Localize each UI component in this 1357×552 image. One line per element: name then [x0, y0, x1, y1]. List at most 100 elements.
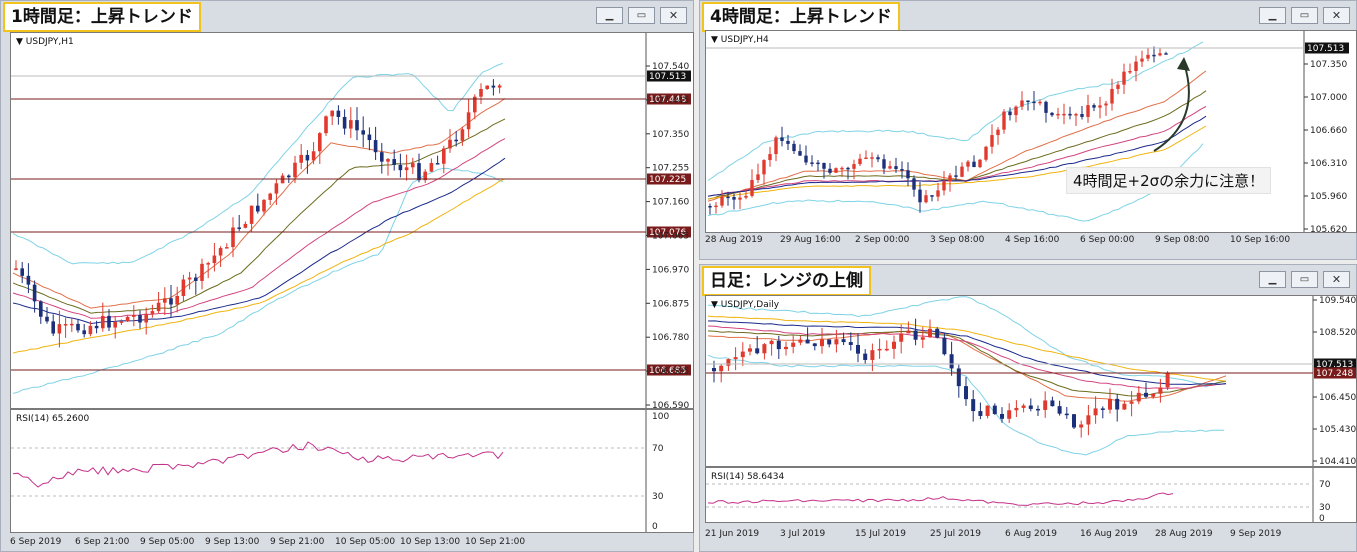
d1-candle-body: [884, 348, 889, 351]
d1-chart-window[interactable]: 日足：レンジの上側 ▁ ▭ ✕ 107.513 107.248 109.540 108…: [699, 264, 1357, 552]
h4-window-title: 4時間足：上昇トレンド: [702, 2, 900, 32]
d1-rsi-panel[interactable]: 70 30 0 RSI(14) 58.6434: [705, 467, 1357, 523]
h1-time-label: 10 Sep 13:00: [400, 537, 461, 547]
d1-candle-body: [1043, 400, 1048, 410]
d1-time-label: 16 Aug 2019: [1080, 529, 1138, 539]
h4-candle-body: [828, 168, 832, 173]
h1-candle-body: [404, 167, 409, 171]
minimize-button[interactable]: ▁: [596, 7, 623, 24]
h4-time-axis: 28 Aug 2019 29 Aug 16:00 2 Sep 00:00 3 Sep …: [705, 235, 1305, 249]
d1-candle-body: [992, 405, 997, 414]
close-button[interactable]: ✕: [1323, 271, 1350, 288]
minimize-button[interactable]: ▁: [1259, 7, 1286, 24]
h1-candle-body: [311, 151, 316, 161]
h1-candle-body: [287, 175, 291, 178]
h4-candle-body: [984, 146, 988, 160]
d1-candle-body: [791, 342, 796, 347]
d1-candle-body: [892, 341, 896, 349]
h1-candle-body: [26, 275, 31, 285]
h1-candle-body: [429, 163, 434, 172]
h4-candle-body: [1080, 114, 1084, 117]
h4-candle-body: [1134, 61, 1138, 72]
d1-price-panel[interactable]: 107.513 107.248 109.540 108.520 106.450 105.4…: [705, 295, 1357, 467]
h4-candle-body: [870, 157, 874, 159]
d1-candle-body: [1036, 408, 1040, 411]
h1-level-price-tag: 107.225: [649, 175, 686, 185]
close-icon: ✕: [1331, 9, 1342, 22]
close-button[interactable]: ✕: [660, 7, 687, 24]
h1-candle-body: [156, 302, 161, 312]
h1-price-label: 106.590: [652, 401, 689, 409]
h4-candle-body: [1050, 112, 1054, 116]
h4-candle-body: [1146, 54, 1150, 59]
d1-candle-body: [1064, 413, 1069, 416]
d1-candle-body: [755, 348, 760, 354]
h1-candle-body: [113, 321, 117, 328]
h1-candle-body: [39, 301, 43, 317]
d1-candle-body: [1028, 405, 1033, 409]
h1-candle-body: [14, 268, 18, 270]
d1-time-label: 3 Jul 2019: [780, 529, 826, 539]
maximize-button[interactable]: ▭: [628, 7, 655, 24]
h1-price-label: 107.255: [652, 164, 689, 174]
h1-candle-body: [225, 247, 229, 249]
d1-candle-body: [1136, 392, 1141, 402]
h1-time-label: 9 Sep 13:00: [205, 537, 260, 547]
h4-candle-body: [960, 166, 964, 177]
h4-price-panel[interactable]: 107.513 107.350 107.000 106.660 106.310 105.9…: [705, 30, 1357, 233]
h4-price-label: 107.350: [1310, 60, 1347, 70]
d1-candle-body: [1021, 405, 1026, 408]
d1-candle-body: [985, 405, 990, 416]
h4-candle-body: [774, 137, 778, 155]
h4-candle-body: [756, 174, 760, 180]
d1-time-label: 9 Sep 2019: [1230, 529, 1282, 539]
h1-candle-body: [125, 316, 130, 322]
h4-titlebar[interactable]: 4時間足：上昇トレンド ▁ ▭ ✕: [700, 1, 1356, 32]
d1-candle-body: [827, 339, 832, 345]
d1-candle-body: [719, 365, 724, 372]
h4-candle-body: [894, 166, 898, 170]
h4-candle-body: [1062, 113, 1066, 116]
h1-candle-body: [330, 110, 334, 117]
h1-time-axis: 6 Sep 2019 6 Sep 21:00 9 Sep 05:00 9 Sep 13…: [10, 537, 650, 551]
d1-candle-body: [863, 353, 868, 360]
h1-time-label: 6 Sep 2019: [10, 537, 62, 547]
maximize-button[interactable]: ▭: [1291, 7, 1318, 24]
h1-chart-window[interactable]: 1時間足：上昇トレンド ▁ ▭ ✕ 107.448 107.225 107.076 1…: [0, 0, 694, 552]
close-button[interactable]: ✕: [1323, 7, 1350, 24]
d1-candle-body: [776, 340, 781, 350]
h1-candle-body: [101, 315, 105, 329]
h1-time-label: 6 Sep 21:00: [75, 537, 130, 547]
h1-candle-body: [212, 255, 217, 264]
minimize-button[interactable]: ▁: [1259, 271, 1286, 288]
h1-candle-body: [243, 223, 248, 228]
h4-candle-body: [1122, 71, 1126, 85]
h4-candle-body: [1068, 113, 1072, 116]
d1-candle-body: [762, 344, 767, 354]
h4-chart-window[interactable]: 4時間足：上昇トレンド ▁ ▭ ✕ 107.513 107.350 107.000 1…: [699, 0, 1357, 260]
maximize-button[interactable]: ▭: [1291, 271, 1318, 288]
h1-price-panel[interactable]: 107.448 107.225 107.076 106.685 107.513 107.5…: [10, 32, 694, 409]
h1-rsi-panel[interactable]: 100 70 30 0 RSI(14) 65.2600: [10, 409, 694, 533]
h1-price-label: 107.445: [652, 96, 689, 106]
h1-candle-body: [94, 325, 99, 329]
h1-price-label: 106.685: [652, 367, 689, 377]
h1-candle-body: [293, 162, 297, 178]
h1-candle-body: [187, 277, 192, 280]
h1-time-label: 9 Sep 21:00: [270, 537, 325, 547]
h1-candle-body: [76, 323, 80, 331]
d1-candle-body: [805, 339, 810, 344]
h4-time-label: 29 Aug 16:00: [780, 235, 841, 245]
d1-candle-body: [971, 399, 976, 412]
d1-candle-body: [769, 340, 774, 345]
h1-rsi-line: [12, 441, 504, 488]
h1-titlebar[interactable]: 1時間足：上昇トレンド ▁ ▭ ✕: [1, 1, 693, 32]
h1-candle-body: [299, 154, 303, 163]
d1-candle-body: [1086, 415, 1091, 425]
d1-titlebar[interactable]: 日足：レンジの上側 ▁ ▭ ✕: [700, 265, 1356, 296]
d1-candle-body: [798, 339, 803, 343]
h1-candle-body: [398, 164, 403, 171]
h4-candle-body: [732, 196, 736, 200]
d1-candle-body: [942, 337, 947, 355]
d1-candle-body: [733, 357, 738, 360]
